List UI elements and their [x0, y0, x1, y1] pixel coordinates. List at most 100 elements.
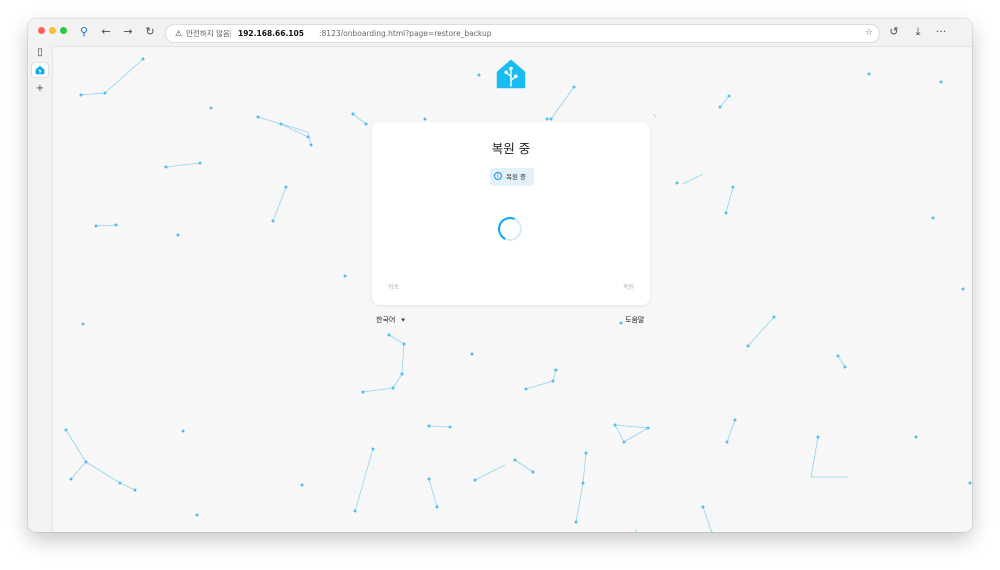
language-label: 한국어 [376, 316, 396, 324]
constellation-dot [968, 481, 972, 485]
tab-home-assistant[interactable] [32, 63, 48, 77]
constellation-dot [64, 428, 68, 432]
forward-arrow-icon[interactable]: → [120, 24, 136, 40]
more-icon[interactable]: ··· [933, 24, 949, 40]
constellation-line [257, 116, 282, 125]
constellation-line [623, 427, 649, 443]
constellation-dot [435, 505, 439, 509]
constellation-dot [79, 93, 83, 97]
constellation-dot [300, 483, 304, 487]
constellation-dot [118, 481, 122, 485]
constellation-dot [816, 435, 820, 439]
constellation-dot [473, 478, 477, 482]
constellation-line [837, 355, 846, 368]
constellation-dot [94, 224, 98, 228]
constellation-dot [554, 368, 558, 372]
close-window-button[interactable] [38, 27, 45, 34]
url-host: 192.168.66.105 [238, 29, 304, 38]
constellation-line [165, 162, 201, 168]
constellation-dot [725, 440, 729, 444]
constellation-dot [448, 425, 452, 429]
constellation-dot [141, 57, 145, 61]
constellation-dot [619, 321, 623, 325]
extension-icon[interactable]: ↺ [886, 24, 902, 40]
constellation-dot [727, 94, 731, 98]
constellation-line [119, 482, 136, 491]
constellation-line [474, 464, 506, 481]
constellation-dot [279, 122, 283, 126]
constellation-line [352, 113, 367, 125]
constellation-dot [343, 274, 347, 278]
info-alert: i 복원 중 [490, 168, 534, 186]
constellation-line [550, 86, 575, 120]
constellation-line [652, 113, 657, 118]
constellation-line [401, 343, 405, 375]
constellation-dot [81, 322, 85, 326]
constellation-line [354, 448, 374, 512]
constellation-dot [613, 423, 617, 427]
constellation-dot [731, 185, 735, 189]
constellation-dot [133, 488, 137, 492]
constellation-dot [843, 365, 847, 369]
constellation-line [682, 173, 704, 185]
star-icon[interactable]: ☆ [865, 25, 873, 42]
restore-button[interactable]: 복원 [623, 282, 634, 291]
constellation-dot [195, 513, 199, 517]
restore-card: 복원 중 i 복원 중 뒤로 복원 [372, 122, 650, 305]
constellation-dot [701, 505, 705, 509]
url-separator: | [229, 29, 232, 38]
constellation-dot [549, 117, 553, 121]
constellation-line [307, 131, 312, 146]
alert-text: 복원 중 [506, 173, 527, 181]
reload-icon[interactable]: ↻ [142, 24, 158, 40]
location-pin-icon[interactable]: ⚲ [76, 24, 92, 40]
zoom-window-button[interactable] [60, 27, 67, 34]
constellation-line [104, 58, 144, 94]
constellation-dot [931, 216, 935, 220]
loading-spinner [494, 213, 526, 245]
constellation-dot [836, 354, 840, 358]
constellation-dot [400, 372, 404, 376]
insecure-label[interactable]: 안전하지 않음 [186, 25, 230, 42]
constellation-dot [574, 520, 578, 524]
help-link[interactable]: 도움말 [625, 315, 644, 325]
constellation-line [582, 452, 587, 484]
constellation-dot [176, 233, 180, 237]
constellation-dot [772, 315, 776, 319]
page-title: 복원 중 [491, 141, 531, 156]
constellation-line [525, 380, 554, 390]
language-select[interactable]: 한국어 ▾ [376, 315, 405, 325]
constellation-dot [710, 531, 714, 532]
constellation-dot [718, 105, 722, 109]
constellation-dot [271, 219, 275, 223]
constellation-dot [309, 143, 313, 147]
constellation-line [719, 95, 730, 108]
constellation-line [428, 425, 451, 428]
constellation-dot [256, 115, 260, 119]
plus-icon[interactable]: + [32, 82, 48, 96]
browser-sidebar: ▯ + [28, 46, 53, 532]
constellation-dot [746, 344, 750, 348]
constellation-dot [371, 447, 375, 451]
constellation-dot [423, 117, 427, 121]
home-assistant-logo [496, 59, 526, 89]
minimize-window-button[interactable] [49, 27, 56, 34]
constellation-dot [733, 418, 737, 422]
back-button[interactable]: 뒤로 [388, 282, 399, 291]
constellation-line [614, 424, 649, 429]
constellation-dot [524, 387, 528, 391]
constellation-dot [351, 112, 355, 116]
constellation-line [80, 92, 106, 96]
constellation-dot [581, 481, 585, 485]
browser-window: ⚲ ← → ↻ ⚠ 안전하지 않음 | 192.168.66.105 :8123… [28, 19, 972, 532]
address-bar[interactable]: ⚠ 안전하지 않음 | 192.168.66.105 :8123/onboard… [165, 24, 880, 43]
back-arrow-icon[interactable]: ← [98, 24, 114, 40]
sidebar-panel-icon[interactable]: ▯ [32, 46, 48, 60]
info-icon: i [494, 172, 502, 180]
download-icon[interactable]: ⤓ [910, 24, 926, 40]
constellation-line [272, 186, 287, 222]
constellation-line [85, 461, 121, 484]
constellation-line [810, 436, 819, 478]
constellation-line [392, 373, 403, 389]
constellation-dot [164, 165, 168, 169]
